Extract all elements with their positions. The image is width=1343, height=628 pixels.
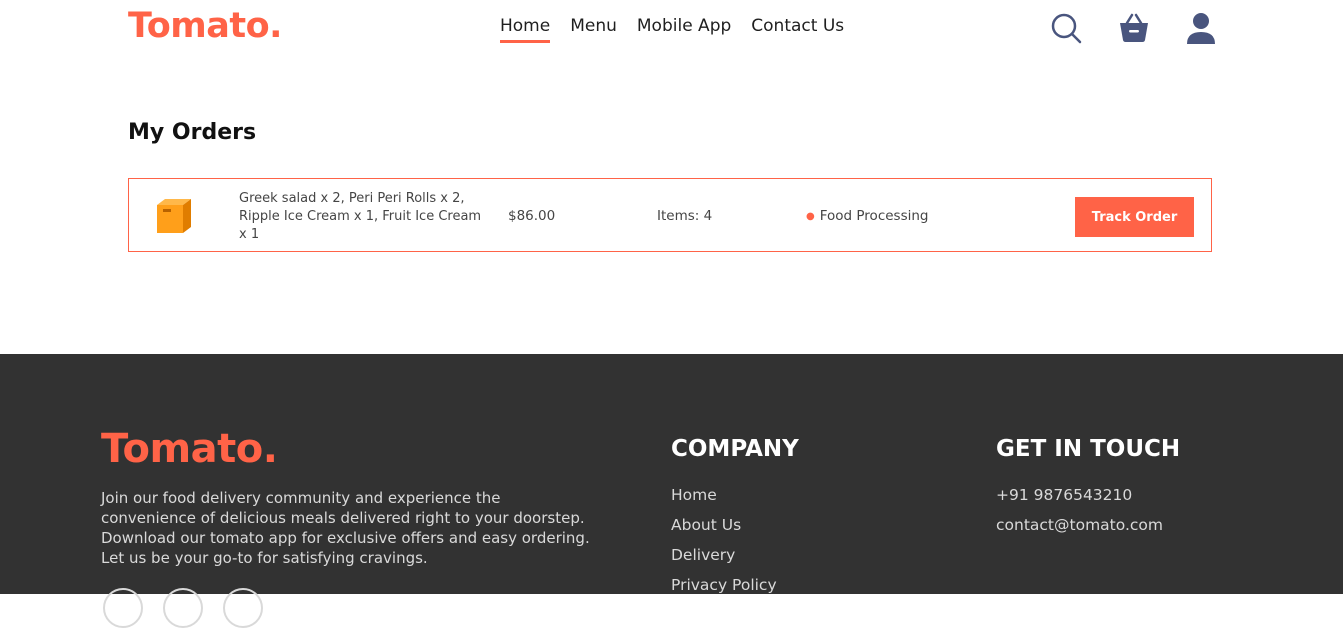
footer-description: Join our food delivery community and exp… [101, 489, 590, 567]
nav-item-contact-us[interactable]: Contact Us [751, 16, 844, 43]
footer-contact-list: +91 9876543210 contact@tomato.com [996, 486, 1163, 546]
twitter-icon[interactable] [163, 588, 203, 628]
footer-link-delivery[interactable]: Delivery [671, 546, 777, 576]
order-amount: $86.00 [508, 208, 556, 224]
page-title: My Orders [128, 120, 257, 145]
order-item-count: Items: 4 [657, 208, 713, 224]
order-card: Greek salad x 2, Peri Peri Rolls x 2, Ri… [128, 178, 1212, 252]
basket-icon[interactable] [1118, 12, 1150, 44]
footer-link-home[interactable]: Home [671, 486, 777, 516]
footer-company-links: Home About Us Delivery Privacy Policy [671, 486, 777, 606]
footer-company-heading: COMPANY [671, 436, 799, 462]
profile-icon[interactable] [1186, 12, 1216, 46]
order-items: Greek salad x 2, Peri Peri Rolls x 2, Ri… [239, 191, 482, 242]
footer: Tomato. Join our food delivery community… [0, 354, 1343, 628]
logo[interactable]: Tomato. [128, 6, 282, 46]
nav-item-mobile-app[interactable]: Mobile App [637, 16, 731, 43]
nav-item-menu[interactable]: Menu [570, 16, 617, 43]
status-dot-icon: ● [806, 211, 815, 222]
linkedin-icon[interactable] [223, 588, 263, 628]
footer-logo: Tomato. [101, 426, 278, 472]
order-status-label: Food Processing [819, 208, 929, 224]
footer-link-about-us[interactable]: About Us [671, 516, 777, 546]
nav-item-home[interactable]: Home [500, 16, 551, 43]
footer-contact-heading: GET IN TOUCH [996, 436, 1181, 462]
nav-menu: Home Menu Mobile App Contact Us [500, 16, 844, 43]
parcel-icon [157, 199, 191, 233]
track-order-button[interactable]: Track Order [1075, 197, 1194, 237]
footer-link-privacy-policy[interactable]: Privacy Policy [671, 576, 777, 606]
footer-phone: +91 9876543210 [996, 486, 1133, 504]
footer-email[interactable]: contact@tomato.com [996, 516, 1163, 546]
search-icon[interactable] [1050, 12, 1082, 44]
order-status: ● Food Processing [806, 208, 929, 224]
facebook-icon[interactable] [103, 588, 143, 628]
navbar: Tomato. Home Menu Mobile App Contact Us [0, 0, 1343, 60]
social-links [103, 588, 263, 628]
